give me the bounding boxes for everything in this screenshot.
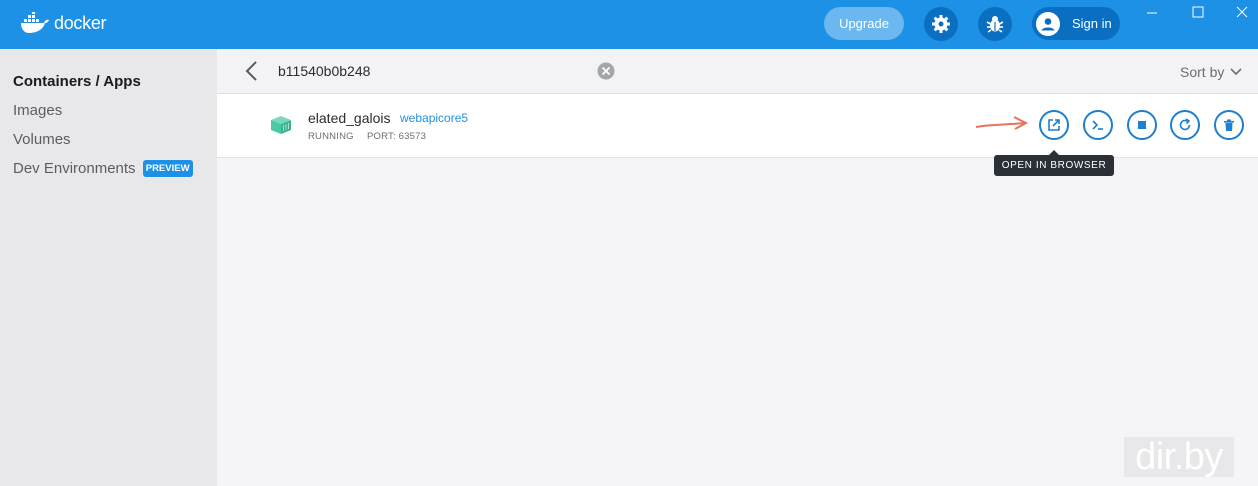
chevron-down-icon [1230, 68, 1242, 76]
container-cube-icon [271, 116, 291, 134]
container-status: RUNNING [308, 131, 354, 142]
annotation-arrow-icon [975, 116, 1029, 130]
sidebar: Containers / Apps Images Volumes Dev Env… [0, 49, 217, 486]
troubleshoot-button[interactable] [978, 7, 1012, 41]
restart-button[interactable] [1170, 110, 1200, 140]
open-in-browser-button[interactable] [1039, 110, 1069, 140]
preview-badge: PREVIEW [142, 160, 193, 177]
sort-by-label: Sort by [1180, 64, 1225, 80]
terminal-icon [1092, 120, 1103, 130]
sidebar-item-label: Dev Environments [13, 160, 136, 177]
bug-icon [986, 16, 1004, 33]
sidebar-item-images[interactable]: Images [13, 102, 62, 119]
open-in-browser-tooltip: OPEN IN BROWSER [994, 150, 1114, 176]
title-bar: docker Upgrade Sign in [0, 0, 1258, 49]
container-image-link[interactable]: webapicore5 [400, 111, 468, 125]
minimize-button[interactable] [1142, 4, 1162, 20]
sidebar-item-volumes[interactable]: Volumes [13, 131, 71, 148]
container-port: PORT: 63573 [367, 131, 427, 142]
trash-icon [1224, 119, 1234, 131]
signin-label: Sign in [1072, 16, 1112, 31]
docker-logo: docker [20, 12, 107, 34]
clear-search-icon[interactable] [597, 62, 615, 80]
chevron-left-icon[interactable] [241, 59, 263, 83]
container-row[interactable]: elated_galois webapicore5 RUNNING PORT: … [217, 94, 1258, 158]
maximize-icon [1192, 6, 1204, 18]
search-bar: b11540b0b248 Sort by [217, 49, 1258, 94]
sidebar-item-dev-environments[interactable]: Dev Environments PREVIEW [13, 160, 193, 177]
delete-button[interactable] [1214, 110, 1244, 140]
app-name: docker [54, 12, 107, 33]
cli-button[interactable] [1083, 110, 1113, 140]
upgrade-button[interactable]: Upgrade [824, 7, 904, 40]
sort-by-dropdown[interactable]: Sort by [1180, 64, 1243, 80]
open-external-icon [1048, 119, 1060, 131]
search-input[interactable]: b11540b0b248 [278, 63, 370, 79]
signin-button[interactable]: Sign in [1032, 7, 1120, 40]
user-icon [1036, 11, 1060, 36]
sidebar-item-containers-apps[interactable]: Containers / Apps [13, 73, 141, 90]
docker-whale-icon [21, 12, 49, 33]
close-window-button[interactable] [1232, 4, 1252, 20]
gear-icon [932, 15, 950, 33]
stop-icon [1138, 121, 1146, 129]
minimize-icon [1147, 12, 1157, 14]
settings-button[interactable] [924, 7, 958, 41]
close-icon [1236, 6, 1248, 18]
maximize-button[interactable] [1188, 4, 1208, 20]
container-name: elated_galois [308, 110, 391, 126]
restart-icon [1179, 118, 1191, 131]
stop-button[interactable] [1127, 110, 1157, 140]
watermark: dir.by [1124, 436, 1234, 478]
